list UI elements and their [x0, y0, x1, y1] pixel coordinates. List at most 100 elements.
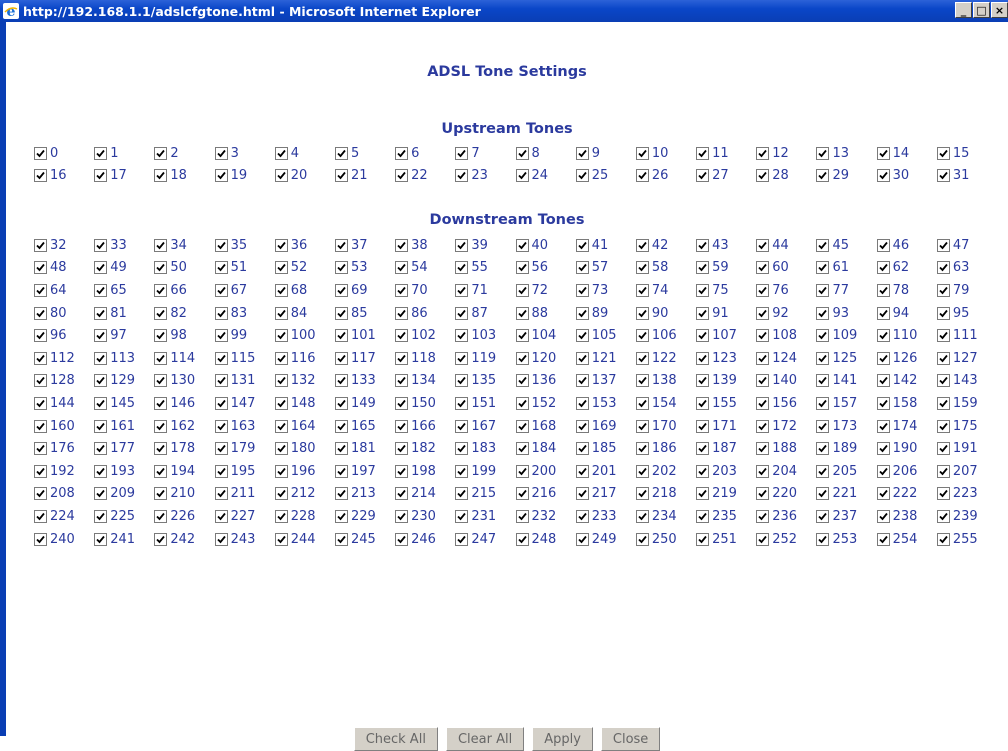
tone-checkbox-item[interactable]: 4	[274, 142, 335, 165]
tone-checkbox[interactable]	[154, 509, 168, 523]
tone-checkbox[interactable]	[756, 351, 770, 365]
tone-checkbox-item[interactable]: 16	[34, 165, 94, 188]
tone-checkbox-item[interactable]: 36	[274, 234, 335, 257]
tone-checkbox[interactable]	[936, 374, 950, 388]
tone-checkbox-item[interactable]: 117	[334, 347, 395, 370]
tone-checkbox-item[interactable]: 192	[34, 460, 94, 483]
tone-checkbox-item[interactable]: 227	[214, 505, 275, 528]
tone-checkbox-item[interactable]: 6	[395, 142, 455, 165]
tone-checkbox-item[interactable]: 107	[696, 324, 756, 347]
tone-checkbox-item[interactable]: 236	[756, 505, 816, 528]
tone-checkbox[interactable]	[816, 509, 830, 523]
tone-checkbox[interactable]	[575, 442, 589, 456]
tone-checkbox[interactable]	[696, 351, 710, 365]
tone-checkbox-item[interactable]: 196	[274, 460, 335, 483]
tone-checkbox-item[interactable]: 97	[94, 324, 154, 347]
tone-checkbox-item[interactable]: 159	[936, 392, 997, 415]
tone-checkbox[interactable]	[936, 283, 950, 297]
tone-checkbox-item[interactable]: 27	[696, 165, 756, 188]
tone-checkbox[interactable]	[154, 396, 168, 410]
tone-checkbox-item[interactable]: 154	[635, 392, 696, 415]
tone-checkbox[interactable]	[876, 169, 890, 183]
tone-checkbox[interactable]	[455, 261, 469, 275]
tone-checkbox-item[interactable]: 176	[34, 437, 94, 460]
tone-checkbox[interactable]	[455, 487, 469, 501]
tone-checkbox[interactable]	[274, 238, 288, 252]
tone-checkbox[interactable]	[34, 261, 47, 275]
tone-checkbox[interactable]	[94, 509, 108, 523]
tone-checkbox-item[interactable]: 33	[94, 234, 154, 257]
tone-checkbox[interactable]	[575, 261, 589, 275]
tone-checkbox-item[interactable]: 235	[696, 505, 756, 528]
tone-checkbox-item[interactable]: 19	[214, 165, 275, 188]
tone-checkbox[interactable]	[274, 396, 288, 410]
tone-checkbox[interactable]	[635, 261, 649, 275]
tone-checkbox-item[interactable]: 71	[455, 279, 515, 302]
tone-checkbox-item[interactable]: 156	[756, 392, 816, 415]
tone-checkbox[interactable]	[154, 374, 168, 388]
tone-checkbox[interactable]	[936, 261, 950, 275]
tone-checkbox[interactable]	[575, 351, 589, 365]
tone-checkbox[interactable]	[395, 532, 409, 546]
tone-checkbox-item[interactable]: 169	[575, 415, 636, 438]
tone-checkbox-item[interactable]: 38	[395, 234, 455, 257]
tone-checkbox-item[interactable]: 204	[756, 460, 816, 483]
window-title-bar[interactable]: e http://192.168.1.1/adslcfgtone.html - …	[0, 0, 1008, 22]
tone-checkbox-item[interactable]: 116	[274, 347, 335, 370]
tone-checkbox[interactable]	[455, 396, 469, 410]
tone-checkbox-item[interactable]: 139	[696, 370, 756, 393]
tone-checkbox-item[interactable]: 205	[816, 460, 876, 483]
tone-checkbox[interactable]	[455, 306, 469, 320]
tone-checkbox[interactable]	[816, 238, 830, 252]
tone-checkbox-item[interactable]: 161	[94, 415, 154, 438]
tone-checkbox[interactable]	[154, 351, 168, 365]
tone-checkbox-item[interactable]: 207	[936, 460, 997, 483]
tone-checkbox[interactable]	[816, 351, 830, 365]
tone-checkbox[interactable]	[455, 464, 469, 478]
tone-checkbox-item[interactable]: 237	[816, 505, 876, 528]
tone-checkbox-item[interactable]: 106	[635, 324, 696, 347]
tone-checkbox-item[interactable]: 244	[274, 528, 335, 551]
tone-checkbox-item[interactable]: 46	[876, 234, 937, 257]
tone-checkbox[interactable]	[756, 169, 770, 183]
tone-checkbox[interactable]	[274, 532, 288, 546]
tone-checkbox-item[interactable]: 225	[94, 505, 154, 528]
tone-checkbox[interactable]	[395, 419, 409, 433]
tone-checkbox-item[interactable]: 167	[455, 415, 515, 438]
tone-checkbox-item[interactable]: 81	[94, 302, 154, 325]
tone-checkbox-item[interactable]: 60	[756, 257, 816, 280]
tone-checkbox-item[interactable]: 255	[936, 528, 997, 551]
tone-checkbox[interactable]	[515, 351, 529, 365]
tone-checkbox[interactable]	[575, 464, 589, 478]
tone-checkbox-item[interactable]: 52	[274, 257, 335, 280]
tone-checkbox[interactable]	[334, 487, 348, 501]
tone-checkbox-item[interactable]: 35	[214, 234, 275, 257]
tone-checkbox[interactable]	[274, 169, 288, 183]
maximize-button[interactable]: □	[973, 2, 990, 18]
tone-checkbox[interactable]	[94, 261, 108, 275]
tone-checkbox-item[interactable]: 85	[334, 302, 395, 325]
tone-checkbox[interactable]	[395, 261, 409, 275]
tone-checkbox-item[interactable]: 68	[274, 279, 335, 302]
tone-checkbox[interactable]	[756, 487, 770, 501]
tone-checkbox-item[interactable]: 134	[395, 370, 455, 393]
tone-checkbox-item[interactable]: 195	[214, 460, 275, 483]
tone-checkbox[interactable]	[515, 238, 529, 252]
tone-checkbox-item[interactable]: 206	[876, 460, 937, 483]
tone-checkbox[interactable]	[455, 169, 469, 183]
tone-checkbox-item[interactable]: 144	[34, 392, 94, 415]
tone-checkbox[interactable]	[274, 464, 288, 478]
tone-checkbox[interactable]	[455, 329, 469, 343]
tone-checkbox[interactable]	[696, 396, 710, 410]
tone-checkbox[interactable]	[34, 487, 47, 501]
tone-checkbox[interactable]	[635, 442, 649, 456]
tone-checkbox-item[interactable]: 74	[635, 279, 696, 302]
tone-checkbox-item[interactable]: 178	[154, 437, 214, 460]
tone-checkbox[interactable]	[876, 442, 890, 456]
tone-checkbox[interactable]	[214, 238, 228, 252]
tone-checkbox[interactable]	[635, 532, 649, 546]
tone-checkbox-item[interactable]: 83	[214, 302, 275, 325]
tone-checkbox[interactable]	[214, 464, 228, 478]
tone-checkbox-item[interactable]: 25	[575, 165, 636, 188]
check-all-button[interactable]: Check All	[353, 727, 438, 751]
